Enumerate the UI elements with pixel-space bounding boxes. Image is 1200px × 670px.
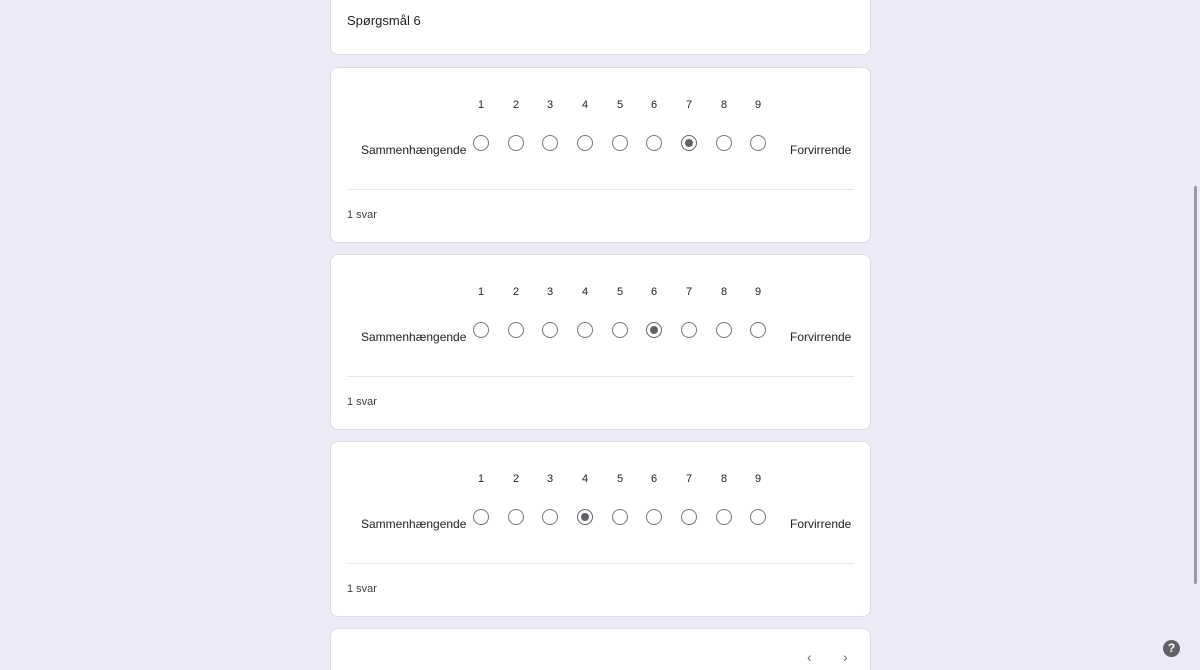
response-card: 1 2 3 4 5 6 7 8 9 Sammenhængende Forvirrende 1 s…: [330, 67, 871, 243]
form-responses-view: Spørgsmål 6 1 2 3 4 5 6 7 8 9 Sammenhængende For…: [0, 0, 1200, 670]
scale-radio-4[interactable]: [577, 509, 593, 525]
help-circle-icon[interactable]: ?: [1163, 640, 1180, 657]
scale-number: 5: [616, 286, 624, 298]
card-divider: [347, 563, 854, 564]
scale-radio-8[interactable]: [716, 322, 732, 338]
question-header-card: Spørgsmål 6: [330, 0, 871, 55]
scale-number: 3: [546, 286, 554, 298]
scale-radio-5[interactable]: [612, 135, 628, 151]
scale-number: 6: [650, 286, 658, 298]
scale-radio-1[interactable]: [473, 509, 489, 525]
scale-number: 3: [546, 473, 554, 485]
card-divider: [347, 189, 854, 190]
scale-radio-6[interactable]: [646, 135, 662, 151]
scale-number: 2: [512, 99, 520, 111]
linear-scale: 1 2 3 4 5 6 7 8 9: [331, 68, 870, 188]
scale-radio-7[interactable]: [681, 322, 697, 338]
scale-number: 2: [512, 473, 520, 485]
response-card: 1 2 3 4 5 6 7 8 9 Sammenhængende Forvirrende 1 s…: [330, 254, 871, 430]
scale-label-low: Sammenhængende: [361, 517, 467, 531]
scale-number: 6: [650, 99, 658, 111]
scale-radio-3[interactable]: [542, 135, 558, 151]
scale-number: 8: [720, 99, 728, 111]
scale-radio-6[interactable]: [646, 509, 662, 525]
scale-number: 1: [477, 99, 485, 111]
response-count: 1 svar: [347, 209, 377, 221]
scale-radio-7[interactable]: [681, 509, 697, 525]
chevron-left-icon[interactable]: ‹: [807, 649, 812, 665]
scale-number: 7: [685, 286, 693, 298]
scale-radio-1[interactable]: [473, 322, 489, 338]
scale-radio-5[interactable]: [612, 322, 628, 338]
scale-number: 5: [616, 99, 624, 111]
card-divider: [347, 376, 854, 377]
scale-radio-9[interactable]: [750, 322, 766, 338]
scale-number: 7: [685, 99, 693, 111]
response-card: 1 2 3 4 5 6 7 8 9 Sammenhængende Forvirrende 1 s…: [330, 441, 871, 617]
scale-radio-5[interactable]: [612, 509, 628, 525]
scale-number: 1: [477, 473, 485, 485]
scale-number: 8: [720, 473, 728, 485]
scale-number: 9: [754, 286, 762, 298]
scale-number: 9: [754, 473, 762, 485]
chevron-right-icon[interactable]: ›: [843, 649, 848, 665]
scale-label-high: Forvirrende: [790, 330, 852, 344]
response-count: 1 svar: [347, 583, 377, 595]
response-count: 1 svar: [347, 396, 377, 408]
scale-label-high: Forvirrende: [790, 143, 852, 157]
linear-scale: 1 2 3 4 5 6 7 8 9: [331, 442, 870, 562]
scale-number: 7: [685, 473, 693, 485]
scale-radio-6[interactable]: [646, 322, 662, 338]
question-title: Spørgsmål 6: [347, 13, 421, 28]
scale-number: 4: [581, 99, 589, 111]
scale-radio-4[interactable]: [577, 135, 593, 151]
scale-radio-1[interactable]: [473, 135, 489, 151]
scale-number: 5: [616, 473, 624, 485]
scrollbar[interactable]: [1194, 186, 1197, 584]
scale-number: 3: [546, 99, 554, 111]
scale-radio-3[interactable]: [542, 509, 558, 525]
scale-radio-4[interactable]: [577, 322, 593, 338]
linear-scale: 1 2 3 4 5 6 7 8 9: [331, 255, 870, 375]
scale-radio-9[interactable]: [750, 135, 766, 151]
scale-radio-8[interactable]: [716, 509, 732, 525]
scale-label-high: Forvirrende: [790, 517, 852, 531]
scale-number: 4: [581, 473, 589, 485]
scale-number: 1: [477, 286, 485, 298]
scale-number: 2: [512, 286, 520, 298]
scale-number: 4: [581, 286, 589, 298]
scale-radio-2[interactable]: [508, 322, 524, 338]
scale-radio-8[interactable]: [716, 135, 732, 151]
scale-radio-3[interactable]: [542, 322, 558, 338]
scale-label-low: Sammenhængende: [361, 330, 467, 344]
scale-radio-9[interactable]: [750, 509, 766, 525]
scale-number: 9: [754, 99, 762, 111]
scale-radio-2[interactable]: [508, 509, 524, 525]
next-card: ‹ ›: [330, 628, 871, 670]
scale-number: 8: [720, 286, 728, 298]
scale-label-low: Sammenhængende: [361, 143, 467, 157]
scale-radio-7[interactable]: [681, 135, 697, 151]
scale-number: 6: [650, 473, 658, 485]
scale-radio-2[interactable]: [508, 135, 524, 151]
